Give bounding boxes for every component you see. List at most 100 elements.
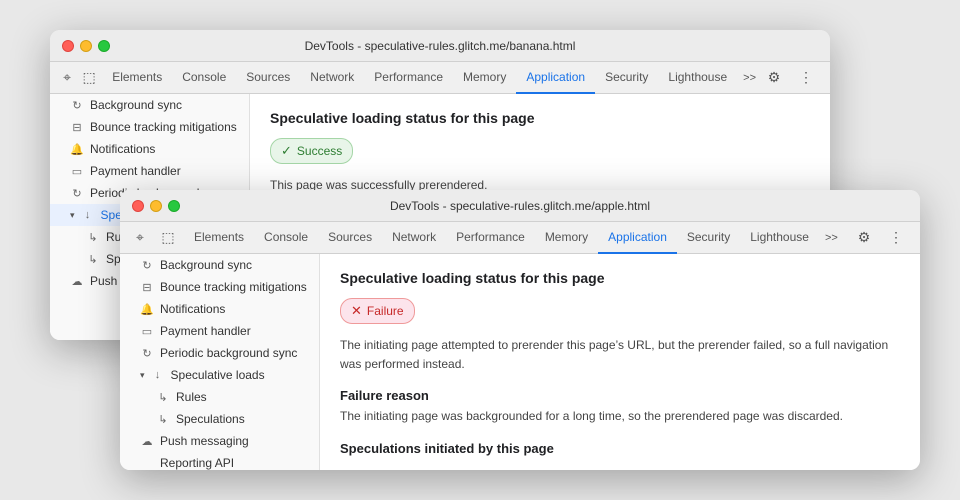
more-menu-icon-2[interactable]: ⋮: [884, 226, 908, 250]
speculations-icon-2: ↳: [156, 413, 170, 426]
devtools-body-2: ↻ Background sync ⊟ Bounce tracking miti…: [120, 254, 920, 470]
sync-icon-2: ↻: [140, 259, 154, 272]
section-title-1: Speculative loading status for this page: [270, 110, 810, 126]
sidebar-label: Bounce tracking mitigations: [160, 280, 307, 294]
more-tabs-2[interactable]: >>: [819, 232, 844, 244]
speculative-icon-1: ↓: [81, 209, 95, 221]
bounce-icon-2: ⊟: [140, 281, 154, 294]
sidebar-speculative-2[interactable]: ▾ ↓ Speculative loads: [120, 364, 319, 386]
failure-icon: ✕: [351, 303, 362, 319]
sidebar-payment-2[interactable]: ▭ Payment handler: [120, 320, 319, 342]
sidebar-payment-1[interactable]: ▭ Payment handler: [50, 160, 249, 182]
sync-icon-1: ↻: [70, 99, 84, 112]
sidebar-label: Push messaging: [160, 434, 249, 448]
speculations-section-title: Speculations initiated by this page: [340, 441, 900, 456]
maximize-button[interactable]: [98, 40, 110, 52]
minimize-button-2[interactable]: [150, 200, 162, 212]
sidebar-label: Payment handler: [90, 164, 181, 178]
failure-reason-text: The initiating page was backgrounded for…: [340, 407, 900, 426]
tab-performance-1[interactable]: Performance: [364, 62, 453, 94]
tab-lighthouse-1[interactable]: Lighthouse: [658, 62, 737, 94]
tab-network-1[interactable]: Network: [300, 62, 364, 94]
tab-elements-2[interactable]: Elements: [184, 222, 254, 254]
rules-icon-2: ↳: [156, 391, 170, 404]
settings-icon-1[interactable]: ⚙: [762, 66, 786, 90]
payment-icon-1: ▭: [70, 165, 84, 178]
rules-icon-1: ↳: [86, 231, 100, 244]
devtools-tabs-2: ⌖ ⬚ Elements Console Sources Network Per…: [120, 222, 920, 254]
more-tabs-1[interactable]: >>: [737, 72, 762, 84]
sidebar-reporting-2[interactable]: Reporting API: [120, 452, 319, 470]
tab-sources-2[interactable]: Sources: [318, 222, 382, 254]
sidebar-bounce-tracking-1[interactable]: ⊟ Bounce tracking mitigations: [50, 116, 249, 138]
traffic-lights-1: [62, 40, 110, 52]
sidebar-periodic-sync-2[interactable]: ↻ Periodic background sync: [120, 342, 319, 364]
tab-console-1[interactable]: Console: [172, 62, 236, 94]
push-icon-1: ☁: [70, 275, 84, 288]
sidebar-bounce-tracking-2[interactable]: ⊟ Bounce tracking mitigations: [120, 276, 319, 298]
minimize-button[interactable]: [80, 40, 92, 52]
tab-elements-1[interactable]: Elements: [102, 62, 172, 94]
titlebar-1: DevTools - speculative-rules.glitch.me/b…: [50, 30, 830, 62]
sidebar-label: Background sync: [160, 258, 252, 272]
sidebar-2: ↻ Background sync ⊟ Bounce tracking miti…: [120, 254, 320, 470]
tab-console-2[interactable]: Console: [254, 222, 318, 254]
tab-sources-1[interactable]: Sources: [236, 62, 300, 94]
tab-memory-2[interactable]: Memory: [535, 222, 598, 254]
tab-security-1[interactable]: Security: [595, 62, 658, 94]
failure-reason-title: Failure reason: [340, 388, 900, 403]
bounce-icon-1: ⊟: [70, 121, 84, 134]
cursor-icon-2[interactable]: ⌖: [128, 226, 152, 250]
arrow-icon-1: ▾: [70, 210, 75, 221]
inspect-icon[interactable]: ⬚: [80, 66, 98, 90]
periodic-icon-1: ↻: [70, 187, 84, 200]
window-title-1: DevTools - speculative-rules.glitch.me/b…: [305, 39, 576, 53]
sidebar-label: Notifications: [160, 302, 225, 316]
cursor-icon[interactable]: ⌖: [58, 66, 76, 90]
sidebar-label: Speculations: [176, 412, 245, 426]
tab-application-1[interactable]: Application: [516, 62, 595, 94]
sidebar-label: Rules: [176, 390, 207, 404]
titlebar-2: DevTools - speculative-rules.glitch.me/a…: [120, 190, 920, 222]
status-badge-success: ✓ Success: [270, 138, 353, 164]
sidebar-push-2[interactable]: ☁ Push messaging: [120, 430, 319, 452]
main-content-2: Speculative loading status for this page…: [320, 254, 920, 470]
sidebar-label: Background sync: [90, 98, 182, 112]
sidebar-label: Reporting API: [160, 456, 234, 470]
sidebar-rules-2[interactable]: ↳ Rules: [120, 386, 319, 408]
notification-icon-2: 🔔: [140, 303, 154, 316]
inspect-icon-2[interactable]: ⬚: [156, 226, 180, 250]
sidebar-label: Periodic background sync: [160, 346, 297, 360]
tab-application-2[interactable]: Application: [598, 222, 677, 254]
sidebar-speculations-2[interactable]: ↳ Speculations: [120, 408, 319, 430]
sidebar-background-sync-1[interactable]: ↻ Background sync: [50, 94, 249, 116]
tab-security-2[interactable]: Security: [677, 222, 740, 254]
speculative-icon-2: ↓: [151, 369, 165, 381]
close-button[interactable]: [62, 40, 74, 52]
notification-icon-1: 🔔: [70, 143, 84, 156]
sidebar-label: Payment handler: [160, 324, 251, 338]
tab-performance-2[interactable]: Performance: [446, 222, 535, 254]
tab-memory-1[interactable]: Memory: [453, 62, 516, 94]
sidebar-notifications-1[interactable]: 🔔 Notifications: [50, 138, 249, 160]
sidebar-notifications-2[interactable]: 🔔 Notifications: [120, 298, 319, 320]
push-icon-2: ☁: [140, 435, 154, 448]
sidebar-label: Notifications: [90, 142, 155, 156]
speculations-icon-1: ↳: [86, 253, 100, 266]
tab-network-2[interactable]: Network: [382, 222, 446, 254]
sidebar-background-sync-2[interactable]: ↻ Background sync: [120, 254, 319, 276]
more-menu-icon-1[interactable]: ⋮: [794, 66, 818, 90]
arrow-icon-2: ▾: [140, 370, 145, 381]
settings-icon-2[interactable]: ⚙: [852, 226, 876, 250]
status-badge-failure: ✕ Failure: [340, 298, 415, 324]
tab-lighthouse-2[interactable]: Lighthouse: [740, 222, 819, 254]
sidebar-label: Speculative loads: [171, 368, 265, 382]
maximize-button-2[interactable]: [168, 200, 180, 212]
payment-icon-2: ▭: [140, 325, 154, 338]
status-label: Success: [297, 144, 342, 158]
close-button-2[interactable]: [132, 200, 144, 212]
periodic-icon-2: ↻: [140, 347, 154, 360]
sidebar-label: Bounce tracking mitigations: [90, 120, 237, 134]
section-title-2: Speculative loading status for this page: [340, 270, 900, 286]
window-title-2: DevTools - speculative-rules.glitch.me/a…: [390, 199, 650, 213]
